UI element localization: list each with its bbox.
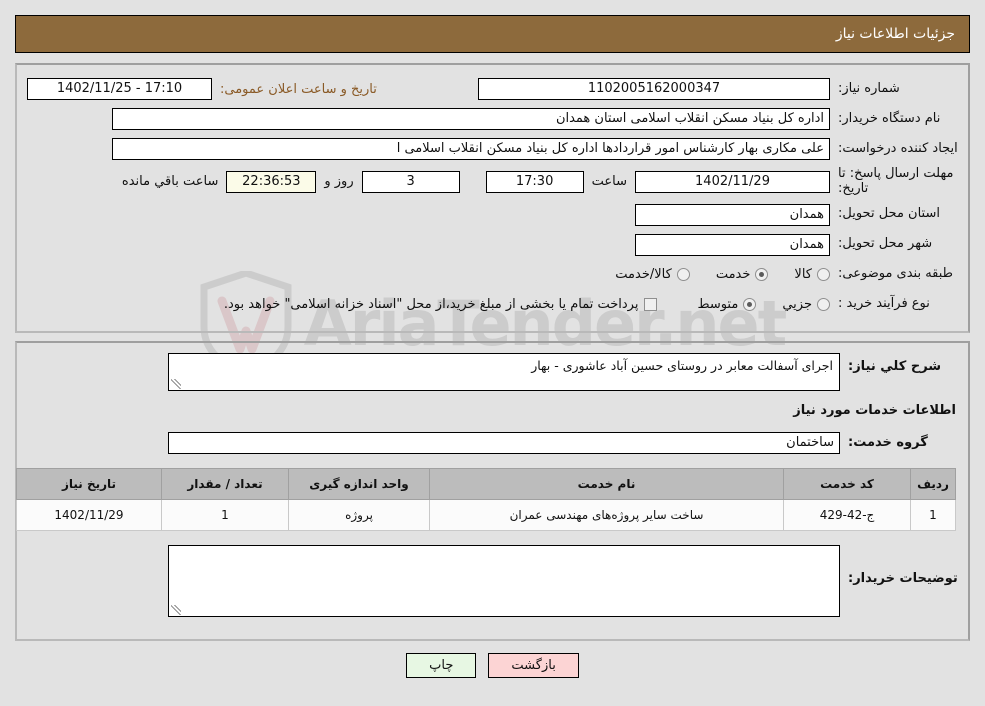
- purchase-type-option-medium-label: متوسط: [697, 297, 739, 313]
- col-header-code: کد خدمت: [783, 467, 911, 500]
- general-description-label: شرح کلي نیاز:: [848, 358, 942, 374]
- city-field[interactable]: همدان: [635, 233, 830, 256]
- creator-label: ایجاد کننده درخواست:: [838, 140, 958, 156]
- row-purchase-type: نوع فرآیند خرید : جزیي متوسط پرداخت تمام…: [27, 293, 958, 317]
- row-province: استان محل تحویل: همدان: [27, 203, 958, 227]
- row-need-number: شماره نیاز: 1102005162000347 تاریخ و ساع…: [27, 77, 958, 101]
- deadline-label: مهلت ارسال پاسخ: تا تاریخ:: [838, 166, 954, 196]
- table-header-row: ردیف کد خدمت نام خدمت واحد اندازه گیری ت…: [16, 467, 956, 500]
- deadline-time-label: ساعت: [591, 174, 627, 190]
- row-category: طبقه بندی موضوعی: کالا خدمت کالا/خدمت: [27, 263, 958, 287]
- col-header-qty: تعداد / مقدار: [161, 467, 289, 500]
- cell-name: ساخت سایر پروژه‌های مهندسی عمران: [429, 498, 784, 531]
- public-announce-label: تاریخ و ساعت اعلان عمومی:: [220, 81, 377, 97]
- purchase-type-label: نوع فرآیند خرید :: [838, 296, 930, 312]
- remaining-days-field: 3: [361, 170, 460, 193]
- page-title: جزئیات اطلاعات نیاز: [835, 26, 955, 42]
- cell-unit: پروژه: [288, 498, 430, 531]
- purchase-type-option-minor[interactable]: جزیي: [782, 297, 830, 312]
- service-details-panel: شرح کلي نیاز: اجرای آسفالت معابر در روست…: [15, 340, 970, 641]
- city-label: شهر محل تحویل:: [838, 236, 933, 252]
- row-city: شهر محل تحویل: همدان: [27, 233, 958, 257]
- row-service-group: گروه خدمت: ساختمان: [27, 431, 958, 454]
- purchase-type-option-medium[interactable]: متوسط: [697, 297, 757, 313]
- radio-icon[interactable]: [817, 268, 830, 282]
- remaining-days-label: روز و: [324, 174, 354, 190]
- checkbox-icon[interactable]: [644, 298, 658, 312]
- need-number-field[interactable]: 1102005162000347: [478, 78, 830, 100]
- countdown-field: 22:36:53: [226, 170, 317, 193]
- print-button[interactable]: چاپ: [406, 652, 477, 679]
- countdown-label: ساعت باقي مانده: [121, 174, 219, 190]
- category-option-service[interactable]: خدمت: [716, 267, 769, 282]
- creator-field[interactable]: علی مکاری بهار کارشناس امور قراردادها اد…: [112, 138, 830, 160]
- general-description-textarea[interactable]: اجرای آسفالت معابر در روستای حسین آباد ع…: [168, 352, 840, 391]
- treasury-note-label: پرداخت تمام یا بخشی از مبلغ خرید،از محل …: [223, 297, 639, 313]
- table-body: 1 ج-42-429 ساخت سایر پروژه‌های مهندسی عم…: [16, 498, 956, 531]
- category-radio-group: کالا خدمت کالا/خدمت: [589, 267, 830, 282]
- cell-radif: 1: [910, 498, 956, 531]
- deadline-date-field[interactable]: 1402/11/29: [635, 170, 830, 193]
- radio-icon[interactable]: [755, 268, 769, 282]
- treasury-note-checkbox-item[interactable]: پرداخت تمام یا بخشی از مبلغ خرید،از محل …: [224, 297, 658, 312]
- row-deadline: مهلت ارسال پاسخ: تا تاریخ: 1402/11/29 سا…: [27, 166, 958, 197]
- need-number-label: شماره نیاز:: [838, 80, 900, 96]
- category-option-service-label: خدمت: [715, 267, 751, 283]
- col-header-name: نام خدمت: [429, 467, 784, 500]
- public-announce-field[interactable]: 17:10 - 1402/11/25: [27, 78, 212, 100]
- category-option-goods-service[interactable]: کالا/خدمت: [615, 267, 690, 282]
- col-header-date: تاریخ نیاز: [16, 467, 162, 500]
- row-buyer-org: نام دستگاه خریدار: اداره کل بنیاد مسکن ا…: [27, 107, 958, 131]
- footer-actions: بازگشت چاپ: [0, 652, 985, 679]
- cell-date: 1402/11/29: [16, 498, 162, 531]
- row-buyer-notes: توضیحات خریدار:: [27, 544, 958, 617]
- page-root: جزئیات اطلاعات نیاز شماره نیاز: 11020051…: [0, 15, 985, 679]
- purchase-type-option-minor-label: جزیي: [782, 297, 812, 313]
- province-field[interactable]: همدان: [635, 203, 830, 226]
- radio-icon[interactable]: [676, 268, 690, 282]
- buyer-notes-textarea[interactable]: [168, 544, 840, 617]
- page-header-bar: جزئیات اطلاعات نیاز: [15, 15, 970, 53]
- purchase-type-radio-group: جزیي متوسط: [671, 297, 830, 312]
- service-group-label: گروه خدمت:: [848, 435, 928, 451]
- back-button[interactable]: بازگشت: [488, 652, 579, 679]
- deadline-time-field[interactable]: 17:30: [485, 170, 584, 193]
- category-option-goods-label: کالا: [794, 267, 812, 283]
- table-head: ردیف کد خدمت نام خدمت واحد اندازه گیری ت…: [16, 467, 956, 500]
- cell-code: ج-42-429: [783, 498, 911, 531]
- radio-icon[interactable]: [743, 298, 757, 312]
- category-option-goods[interactable]: کالا: [794, 267, 830, 282]
- province-label: استان محل تحویل:: [838, 206, 940, 222]
- category-label: طبقه بندی موضوعی:: [838, 266, 954, 282]
- radio-icon[interactable]: [817, 298, 830, 312]
- service-group-field[interactable]: ساختمان: [168, 431, 840, 454]
- col-header-unit: واحد اندازه گیری: [288, 467, 430, 500]
- service-items-table: ردیف کد خدمت نام خدمت واحد اندازه گیری ت…: [16, 467, 956, 531]
- row-general-description: شرح کلي نیاز: اجرای آسفالت معابر در روست…: [27, 352, 958, 391]
- col-header-radif: ردیف: [910, 467, 956, 500]
- services-section-heading: اطلاعات خدمات مورد نیاز: [793, 402, 956, 418]
- need-info-panel: شماره نیاز: 1102005162000347 تاریخ و ساع…: [15, 63, 970, 333]
- cell-qty: 1: [161, 498, 289, 531]
- buyer-org-field[interactable]: اداره کل بنیاد مسکن انقلاب اسلامی استان …: [112, 108, 830, 130]
- table-row: 1 ج-42-429 ساخت سایر پروژه‌های مهندسی عم…: [16, 498, 956, 531]
- row-creator: ایجاد کننده درخواست: علی مکاری بهار کارش…: [27, 137, 958, 161]
- category-option-goods-service-label: کالا/خدمت: [615, 267, 672, 283]
- buyer-org-label: نام دستگاه خریدار:: [838, 110, 941, 126]
- buyer-notes-label: توضیحات خریدار:: [848, 570, 958, 586]
